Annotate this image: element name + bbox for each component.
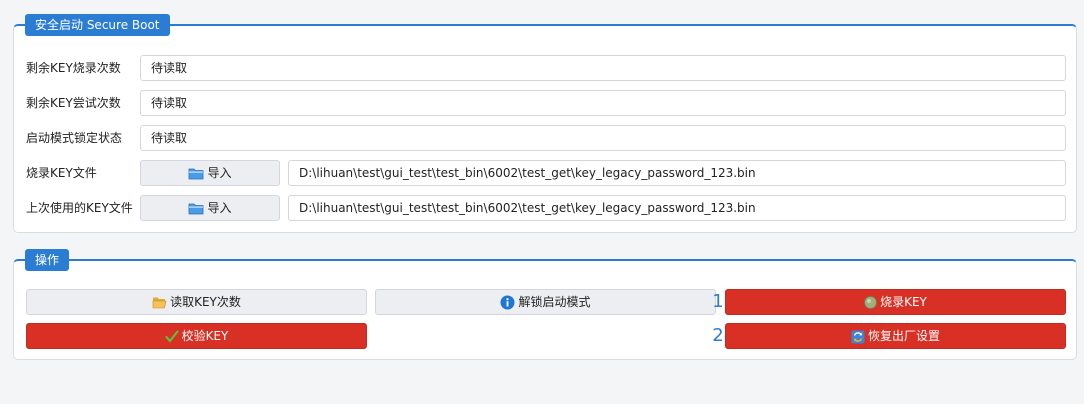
step-2-number: 2 [712, 325, 724, 346]
read-key-count-label: 读取KEY次数 [170, 295, 241, 309]
operations-group: 操作 读取KEY次数 解锁启动模式 1 烧录KEY 校验KEY 2 恢复出厂设置 [13, 249, 1077, 360]
info-icon [500, 295, 515, 310]
verify-key-button[interactable]: 校验KEY [26, 323, 367, 349]
disc-icon [864, 296, 877, 309]
checkmark-icon [164, 330, 179, 343]
last-key-import-button[interactable]: 导入 [140, 195, 280, 221]
step-1-number: 1 [712, 291, 724, 312]
factory-reset-button[interactable]: 恢复出厂设置 [725, 323, 1066, 349]
unlock-boot-mode-label: 解锁启动模式 [518, 295, 591, 309]
folder-open-icon [152, 296, 167, 309]
burn-key-import-button[interactable]: 导入 [140, 160, 280, 186]
secure-boot-title: 安全启动 Secure Boot [25, 14, 170, 36]
last-key-import-label: 导入 [207, 201, 232, 215]
burn-key-import-label: 导入 [207, 166, 232, 180]
burn-key-label: 烧录KEY [880, 295, 927, 309]
burn-key-button[interactable]: 烧录KEY [725, 289, 1066, 315]
try-count-label: 剩余KEY尝试次数 [26, 96, 121, 110]
last-key-file-label: 上次使用的KEY文件 [26, 201, 133, 215]
factory-reset-label: 恢复出厂设置 [867, 329, 940, 343]
last-key-path-field[interactable]: D:\lihuan\test\gui_test\test_bin\6002\te… [288, 195, 1066, 221]
read-key-count-button[interactable]: 读取KEY次数 [26, 289, 367, 315]
folder-icon [188, 202, 204, 215]
burn-count-label: 剩余KEY烧录次数 [26, 61, 121, 75]
operations-title: 操作 [25, 249, 70, 271]
burn-key-file-label: 烧录KEY文件 [26, 166, 97, 180]
unlock-boot-mode-button[interactable]: 解锁启动模式 [375, 289, 716, 315]
boot-lock-field[interactable]: 待读取 [140, 125, 1066, 151]
boot-lock-label: 启动模式锁定状态 [26, 131, 123, 145]
secure-boot-group: 安全启动 Secure Boot 剩余KEY烧录次数 待读取 剩余KEY尝试次数… [13, 14, 1077, 233]
try-count-field[interactable]: 待读取 [140, 90, 1066, 116]
refresh-icon [851, 330, 865, 344]
folder-icon [188, 167, 204, 180]
burn-key-path-field[interactable]: D:\lihuan\test\gui_test\test_bin\6002\te… [288, 160, 1066, 186]
burn-count-field[interactable]: 待读取 [140, 55, 1066, 81]
verify-key-label: 校验KEY [181, 329, 229, 343]
